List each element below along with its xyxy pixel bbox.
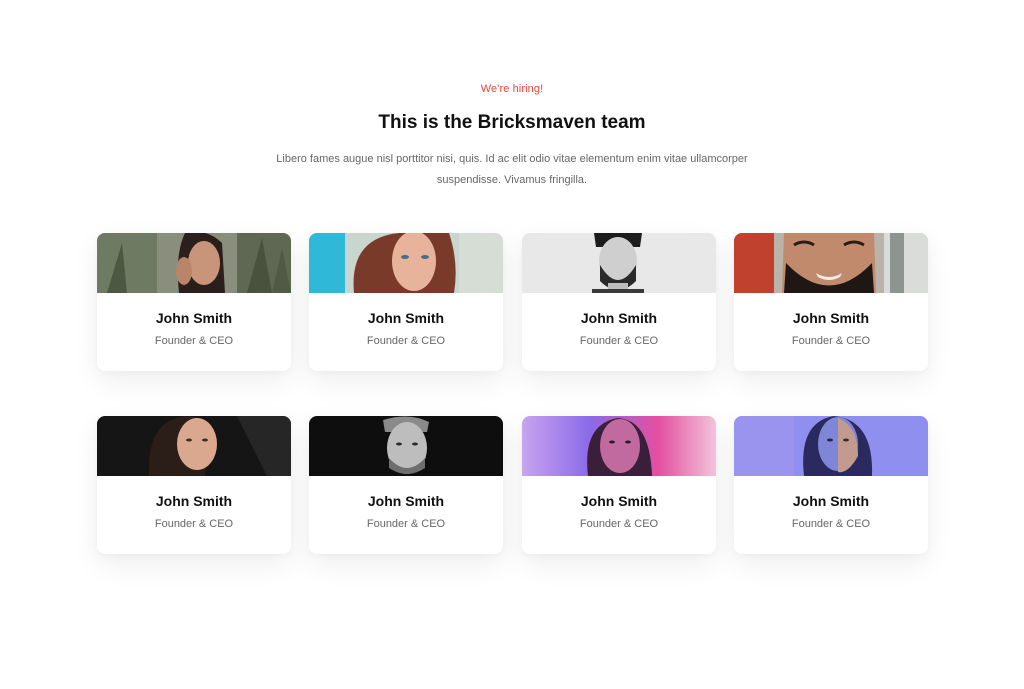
team-card: John Smith Founder & CEO	[309, 233, 503, 371]
team-member-role: Founder & CEO	[154, 518, 234, 530]
team-member-photo	[734, 233, 928, 293]
team-member-role: Founder & CEO	[791, 335, 871, 347]
team-card: John Smith Founder & CEO	[97, 233, 291, 371]
team-member-role: Founder & CEO	[579, 335, 659, 347]
team-member-photo	[734, 416, 928, 476]
team-member-photo	[522, 416, 716, 476]
page-title: This is the Bricksmaven team	[378, 112, 646, 133]
team-member-photo	[522, 233, 716, 293]
team-member-role: Founder & CEO	[366, 518, 446, 530]
team-member-role: Founder & CEO	[791, 518, 871, 530]
eyebrow-text: We're hiring!	[480, 83, 544, 95]
team-member-photo	[97, 233, 291, 293]
page-description: Libero fames augue nisl porttitor nisi, …	[276, 153, 748, 186]
team-card: John Smith Founder & CEO	[522, 233, 716, 371]
team-member-role: Founder & CEO	[154, 335, 234, 347]
team-card: John Smith Founder & CEO	[97, 416, 291, 554]
team-member-name: John Smith	[792, 493, 870, 509]
team-member-name: John Smith	[155, 493, 233, 509]
team-member-photo	[97, 416, 291, 476]
team-member-photo	[309, 416, 503, 476]
team-member-name: John Smith	[580, 493, 658, 509]
team-member-name: John Smith	[155, 310, 233, 326]
team-member-name: John Smith	[367, 310, 445, 326]
team-member-role: Founder & CEO	[579, 518, 659, 530]
team-card: John Smith Founder & CEO	[734, 416, 928, 554]
team-member-name: John Smith	[367, 493, 445, 509]
team-card: John Smith Founder & CEO	[734, 233, 928, 371]
team-member-photo	[309, 233, 503, 293]
team-member-name: John Smith	[580, 310, 658, 326]
team-member-name: John Smith	[792, 310, 870, 326]
team-member-role: Founder & CEO	[366, 335, 446, 347]
team-card: John Smith Founder & CEO	[309, 416, 503, 554]
team-card: John Smith Founder & CEO	[522, 416, 716, 554]
